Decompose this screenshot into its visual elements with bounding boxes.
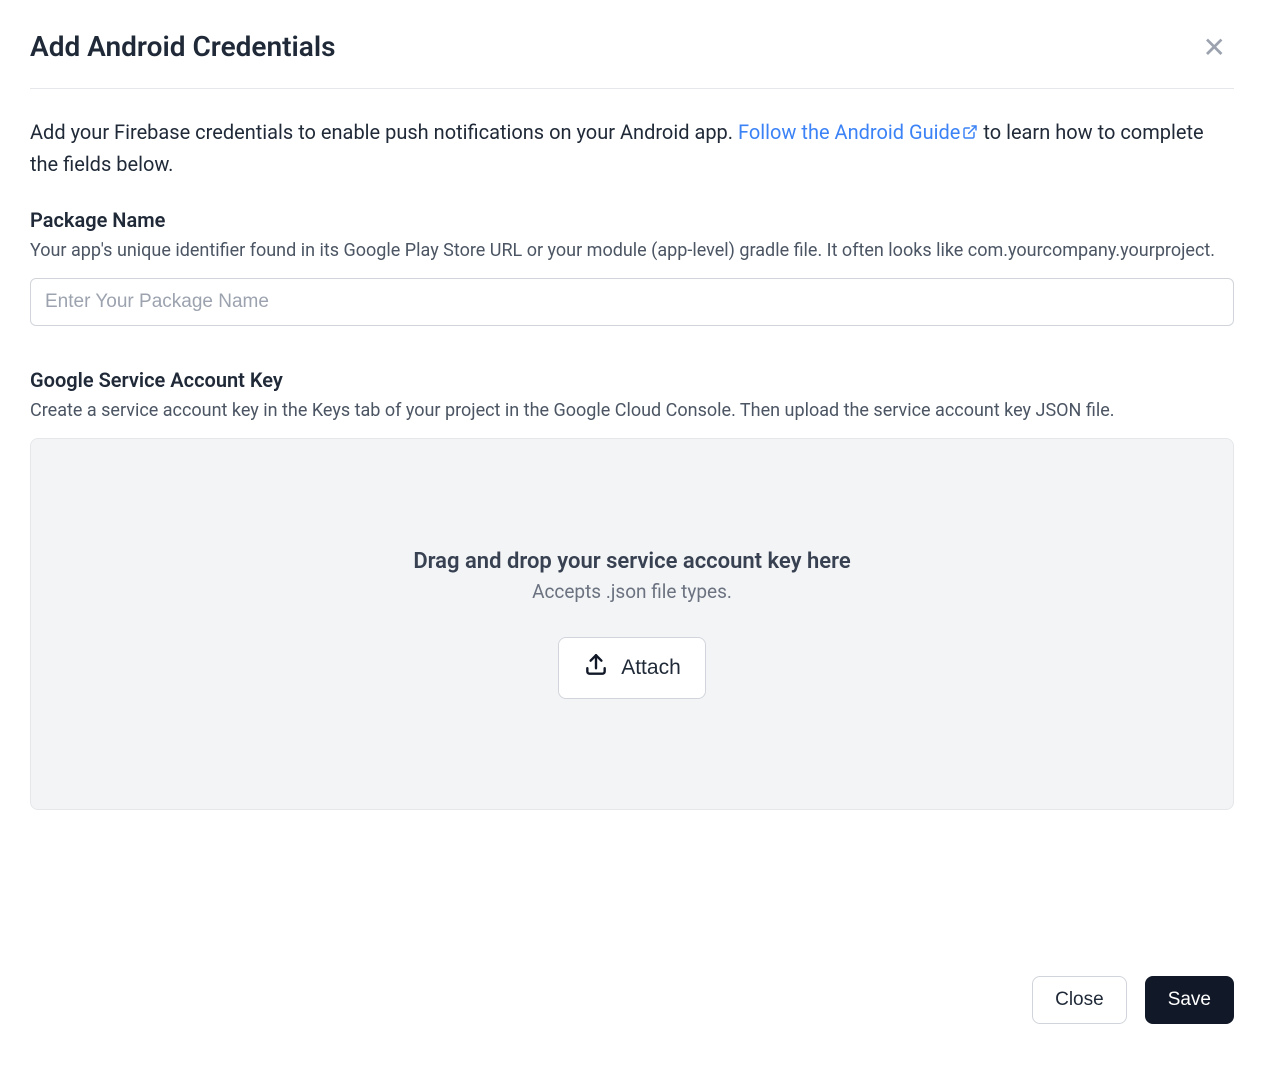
file-dropzone[interactable]: Drag and drop your service account key h…	[30, 438, 1234, 810]
attach-button[interactable]: Attach	[558, 637, 706, 699]
close-button[interactable]: Close	[1032, 976, 1127, 1024]
intro-before: Add your Firebase credentials to enable …	[30, 120, 738, 144]
android-guide-link[interactable]: Follow the Android Guide	[738, 120, 978, 144]
package-name-field: Package Name Your app's unique identifie…	[30, 208, 1234, 326]
save-button[interactable]: Save	[1145, 976, 1234, 1024]
dropzone-subtitle: Accepts .json file types.	[532, 580, 732, 603]
package-name-input[interactable]	[30, 278, 1234, 326]
service-account-key-desc: Create a service account key in the Keys…	[30, 398, 1234, 424]
intro-text: Add your Firebase credentials to enable …	[30, 117, 1234, 180]
android-guide-link-text: Follow the Android Guide	[738, 120, 960, 144]
dialog-footer: Close Save	[1032, 976, 1234, 1024]
service-account-key-field: Google Service Account Key Create a serv…	[30, 368, 1234, 810]
upload-icon	[583, 652, 609, 684]
package-name-desc: Your app's unique identifier found in it…	[30, 238, 1234, 264]
divider	[30, 88, 1234, 89]
attach-button-label: Attach	[621, 656, 681, 680]
dropzone-title: Drag and drop your service account key h…	[413, 549, 850, 574]
external-link-icon	[962, 118, 978, 149]
service-account-key-label: Google Service Account Key	[30, 368, 1234, 392]
dialog-title: Add Android Credentials	[30, 30, 336, 63]
close-icon[interactable]: ✕	[1195, 30, 1234, 66]
package-name-label: Package Name	[30, 208, 1234, 232]
